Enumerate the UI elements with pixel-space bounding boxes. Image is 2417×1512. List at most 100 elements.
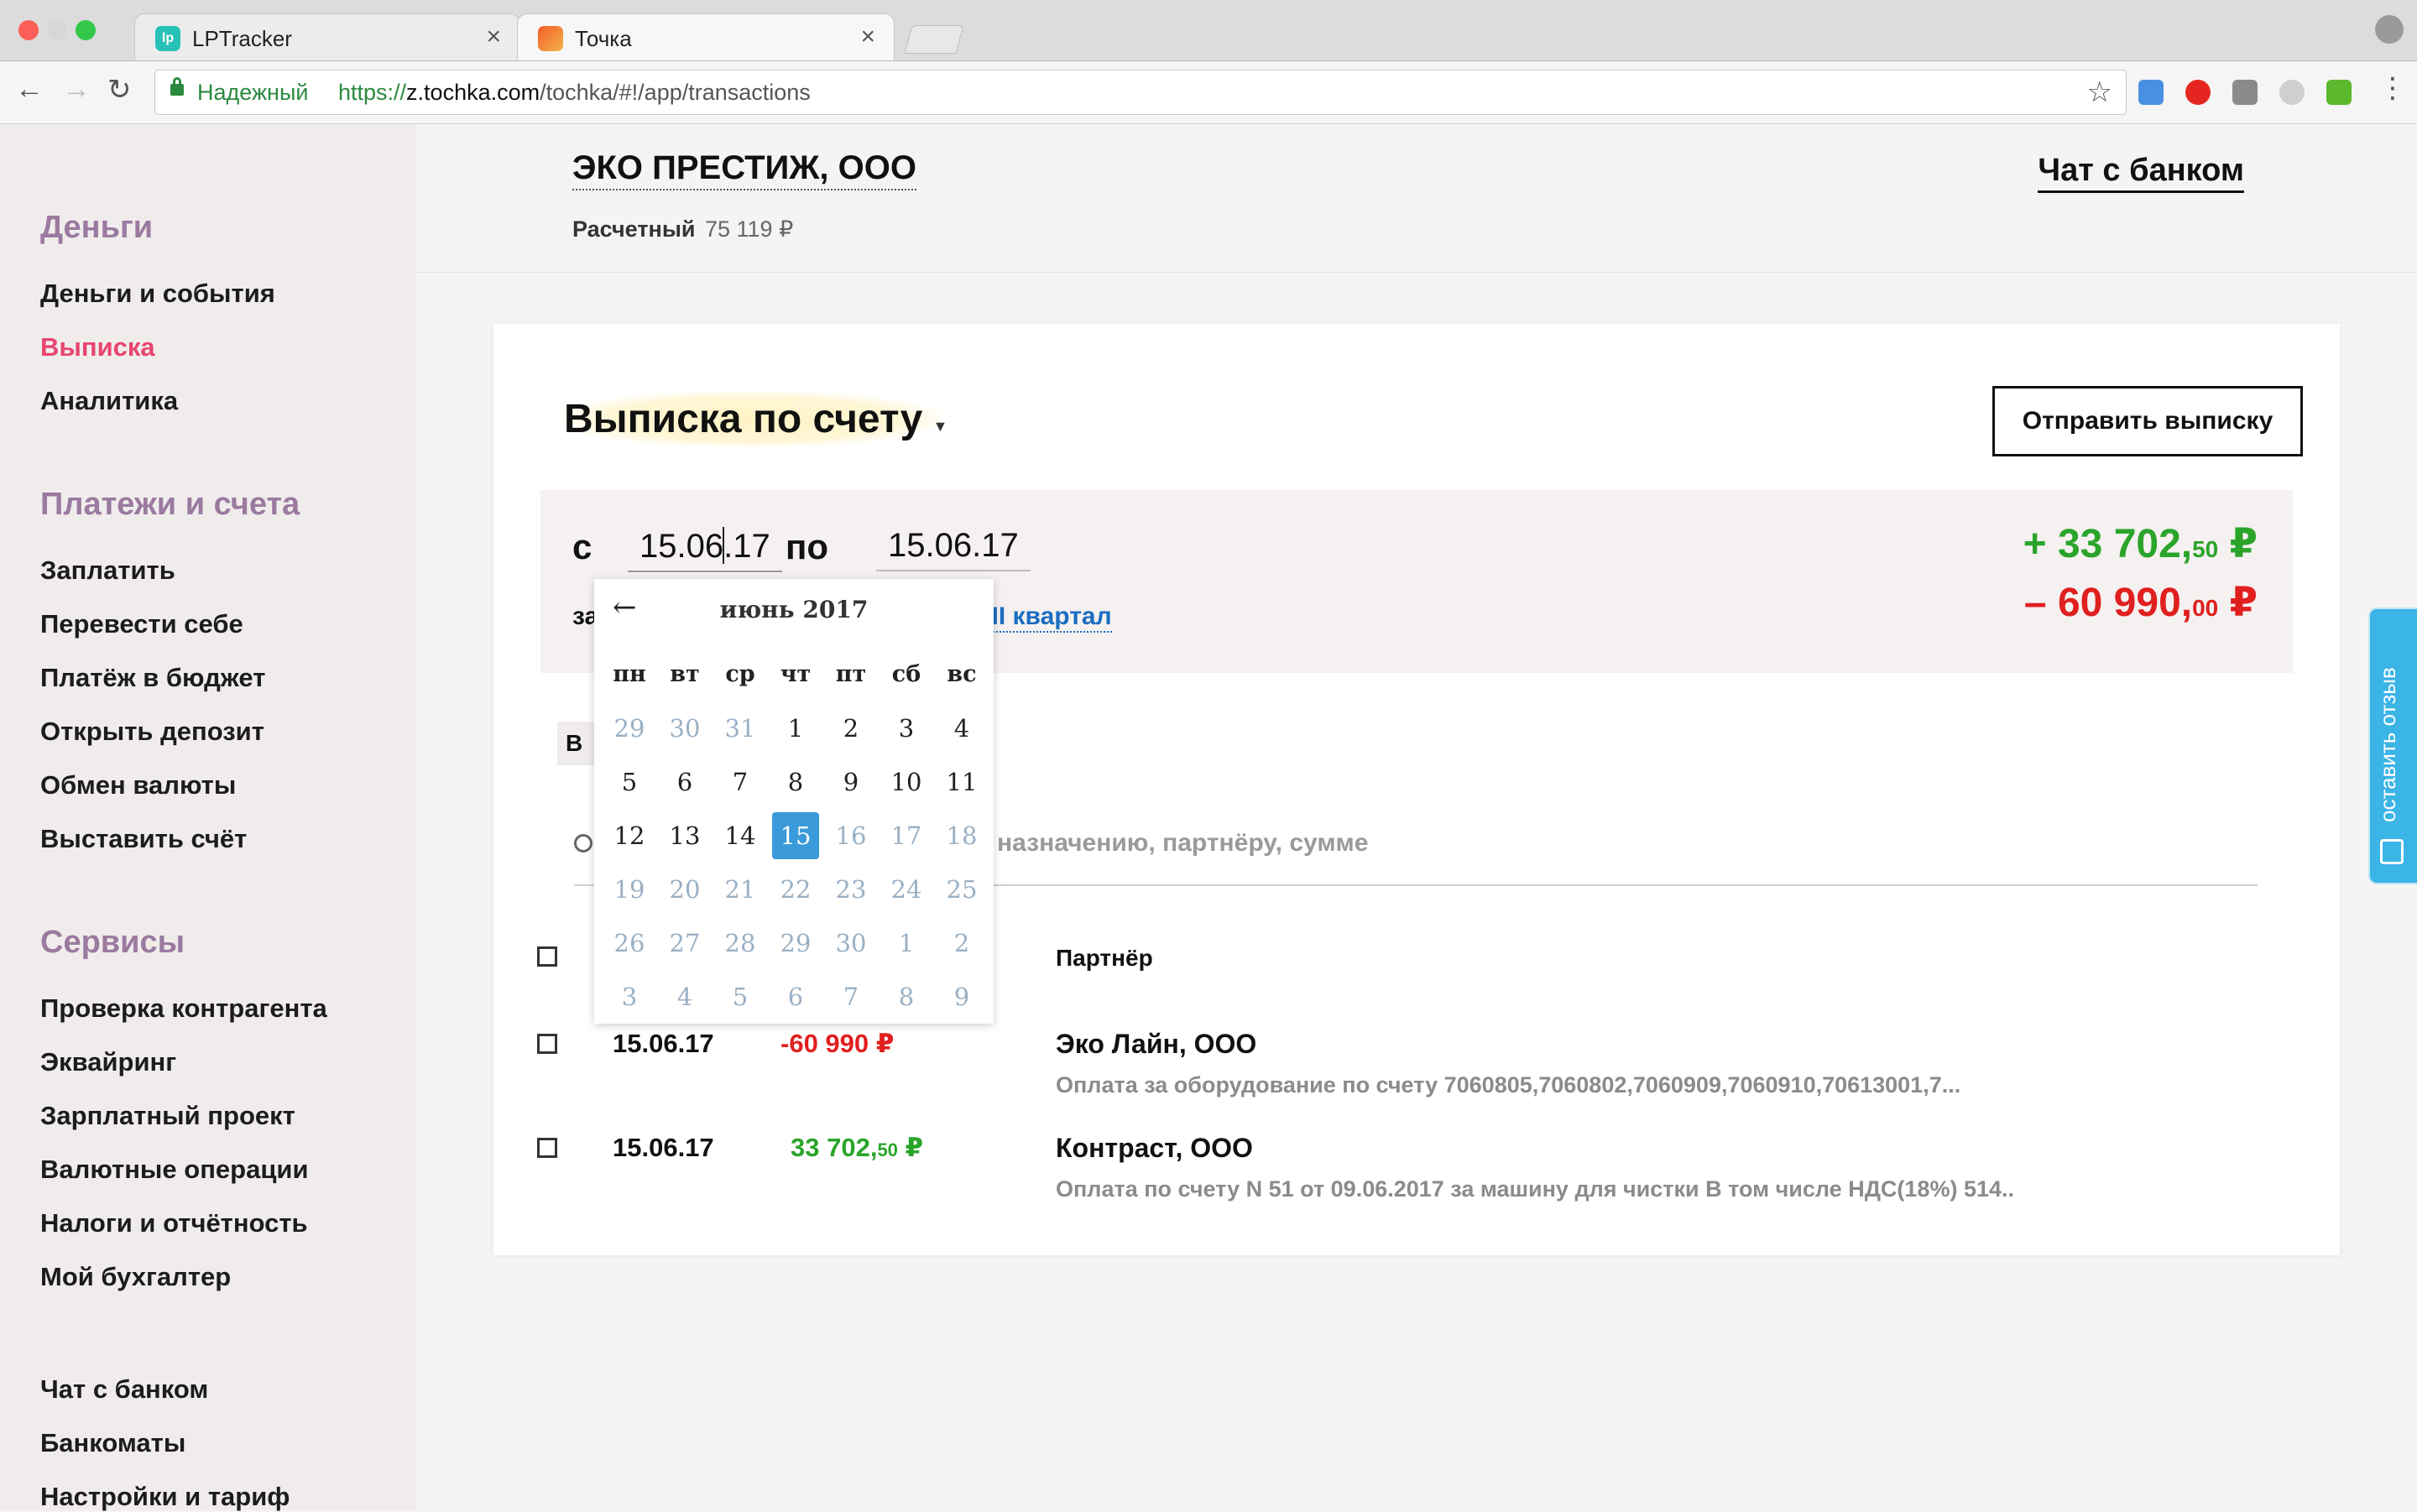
send-statement-button[interactable]: Отправить выписку (1992, 386, 2303, 456)
profile-icon[interactable] (2375, 15, 2404, 44)
sidebar-item-currency-exchange[interactable]: Обмен валюты (40, 770, 236, 800)
bank-chat-link[interactable]: Чат с банком (2038, 153, 2244, 193)
browser-tab-bar: lp LPTracker × Точка × (0, 0, 2417, 61)
sidebar-item-pay[interactable]: Заплатить (40, 555, 175, 586)
date-to-input[interactable]: 15.06.17 (876, 527, 1031, 571)
calendar-day: 16 (835, 821, 867, 850)
date-from-part: 15.06 (639, 528, 724, 565)
calendar-day[interactable]: 14 (717, 812, 764, 859)
sidebar-item-budget-payment[interactable]: Платёж в бюджет (40, 663, 265, 693)
calendar-day: 29 (613, 714, 645, 743)
calendar-weekday: вс (947, 661, 977, 687)
sidebar-item-statement[interactable]: Выписка (40, 332, 155, 362)
calendar-day: 26 (613, 929, 645, 957)
extension-translate-icon[interactable] (2138, 80, 2164, 105)
amount-currency: ₽ (897, 1133, 924, 1162)
statement-title-dropdown[interactable]: Выписка по счету ▼ (561, 391, 947, 447)
reload-icon[interactable]: ↻ (107, 73, 132, 107)
bookmark-star-icon[interactable]: ☆ (2087, 76, 2112, 109)
calendar-day: 3 (621, 983, 638, 1011)
browser-toolbar: ← → ↻ Надежный https://z.tochka.com/toch… (0, 61, 2417, 124)
extension-leaf-icon[interactable] (2279, 80, 2305, 105)
sidebar-item-analytics[interactable]: Аналитика (40, 386, 178, 416)
lock-icon (170, 77, 184, 96)
calendar-weekday: пн (613, 661, 646, 687)
forward-arrow-icon[interactable]: → (62, 73, 91, 106)
calendar-day: 29 (780, 929, 812, 957)
sidebar-item-transfer-self[interactable]: Перевести себе (40, 609, 243, 639)
window-minimize-button[interactable] (47, 20, 67, 40)
calendar-day[interactable]: 13 (661, 812, 708, 859)
back-arrow-icon[interactable]: ← (15, 73, 44, 106)
extension-arrow-icon[interactable] (2232, 80, 2258, 105)
calendar-day: 18 (946, 821, 978, 850)
address-bar[interactable]: Надежный https://z.tochka.com/tochka/#!/… (154, 70, 2127, 115)
page-title: Выписка по счету (564, 397, 923, 441)
extension-download-icon[interactable] (2326, 80, 2352, 105)
sidebar-item-acquiring[interactable]: Эквайринг (40, 1047, 176, 1077)
select-all-checkbox[interactable] (537, 946, 557, 967)
outcome-currency: ₽ (2218, 581, 2258, 625)
date-from-input[interactable]: 15.06.17 (628, 527, 782, 572)
outcome-cents: 00 (2192, 595, 2219, 621)
window-zoom-button[interactable] (76, 20, 96, 40)
calendar-day: 22 (780, 875, 812, 904)
sidebar-item-my-accountant[interactable]: Мой бухгалтер (40, 1262, 231, 1292)
row-checkbox[interactable] (537, 1138, 557, 1158)
calendar-day[interactable]: 4 (938, 705, 985, 752)
calendar-day[interactable]: 7 (717, 759, 764, 806)
close-icon[interactable]: × (860, 23, 875, 51)
sidebar-item-taxes-reports[interactable]: Налоги и отчётность (40, 1208, 308, 1238)
calendar-day[interactable]: 5 (606, 759, 653, 806)
sidebar-item-counterparty-check[interactable]: Проверка контрагента (40, 993, 327, 1024)
sidebar-heading-services[interactable]: Сервисы (40, 925, 185, 961)
search-input[interactable]: назначению, партнёру, сумме (997, 829, 1368, 858)
sidebar-item-bank-chat[interactable]: Чат с банком (40, 1374, 208, 1405)
sidebar-item-issue-invoice[interactable]: Выставить счёт (40, 824, 247, 854)
sidebar-heading-payments[interactable]: Платежи и счета (40, 487, 300, 523)
sidebar-item-settings-tariff[interactable]: Настройки и тариф (40, 1482, 290, 1512)
calendar-day[interactable]: 2 (827, 705, 874, 752)
income-cents: 50 (2192, 536, 2219, 562)
row-partner[interactable]: Эко Лайн, ООО (1056, 1029, 1256, 1060)
outcome-total: – 60 990,00 ₽ (2024, 579, 2258, 626)
feedback-tab-label[interactable]: оставить отзыв (2375, 621, 2401, 822)
menu-dots-icon[interactable]: ⋮ (2378, 71, 2407, 105)
lp-logo-icon: lp (155, 26, 180, 51)
calendar-day: 2 (953, 929, 970, 957)
outcome-main: – 60 990, (2023, 581, 2193, 625)
new-tab-button[interactable] (904, 25, 964, 54)
row-checkbox[interactable] (537, 1034, 557, 1054)
calendar-day[interactable]: 9 (827, 759, 874, 806)
sidebar-item-atms[interactable]: Банкоматы (40, 1428, 185, 1458)
date-to-label: по (786, 527, 829, 566)
calendar-day[interactable]: 3 (883, 705, 930, 752)
calendar-day: 25 (946, 875, 978, 904)
url-text[interactable]: https://z.tochka.com/tochka/#!/app/trans… (338, 80, 811, 106)
calendar-day[interactable]: 12 (606, 812, 653, 859)
amount-main: -60 990 (780, 1029, 869, 1058)
row-partner[interactable]: Контраст, ООО (1056, 1133, 1253, 1164)
calendar-day[interactable]: 1 (772, 705, 819, 752)
sidebar-item-open-deposit[interactable]: Открыть депозит (40, 717, 264, 747)
extension-yandex-icon[interactable] (2185, 80, 2211, 105)
date-picker-popup: ← июнь 2017 пн вт ср чт пт сб вс 29 30 31 1 2 3 4 5 6 7 8… (594, 579, 994, 1024)
close-icon[interactable]: × (486, 23, 501, 51)
calendar-day[interactable]: 10 (883, 759, 930, 806)
calendar-day[interactable]: 11 (938, 759, 985, 806)
sidebar-item-currency-operations[interactable]: Валютные операции (40, 1155, 309, 1185)
calendar-day[interactable]: 15 (772, 812, 819, 859)
calendar-day[interactable]: 6 (661, 759, 708, 806)
sidebar-item-salary-project[interactable]: Зарплатный проект (40, 1101, 295, 1131)
company-name[interactable]: ЭКО ПРЕСТИЖ, ООО (572, 149, 916, 190)
search-icon (574, 834, 593, 852)
browser-tab-tochka[interactable]: Точка × (517, 13, 895, 60)
window-close-button[interactable] (18, 20, 39, 40)
sidebar-item-money-events[interactable]: Деньги и события (40, 279, 275, 309)
column-header-partner: Партнёр (1056, 945, 1153, 971)
browser-tab-lptracker[interactable]: lp LPTracker × (134, 13, 520, 60)
calendar-day[interactable]: 8 (772, 759, 819, 806)
date-from-part: .17 (723, 528, 770, 565)
caret-down-icon: ▼ (932, 418, 948, 435)
sidebar-heading-money[interactable]: Деньги (40, 210, 153, 246)
